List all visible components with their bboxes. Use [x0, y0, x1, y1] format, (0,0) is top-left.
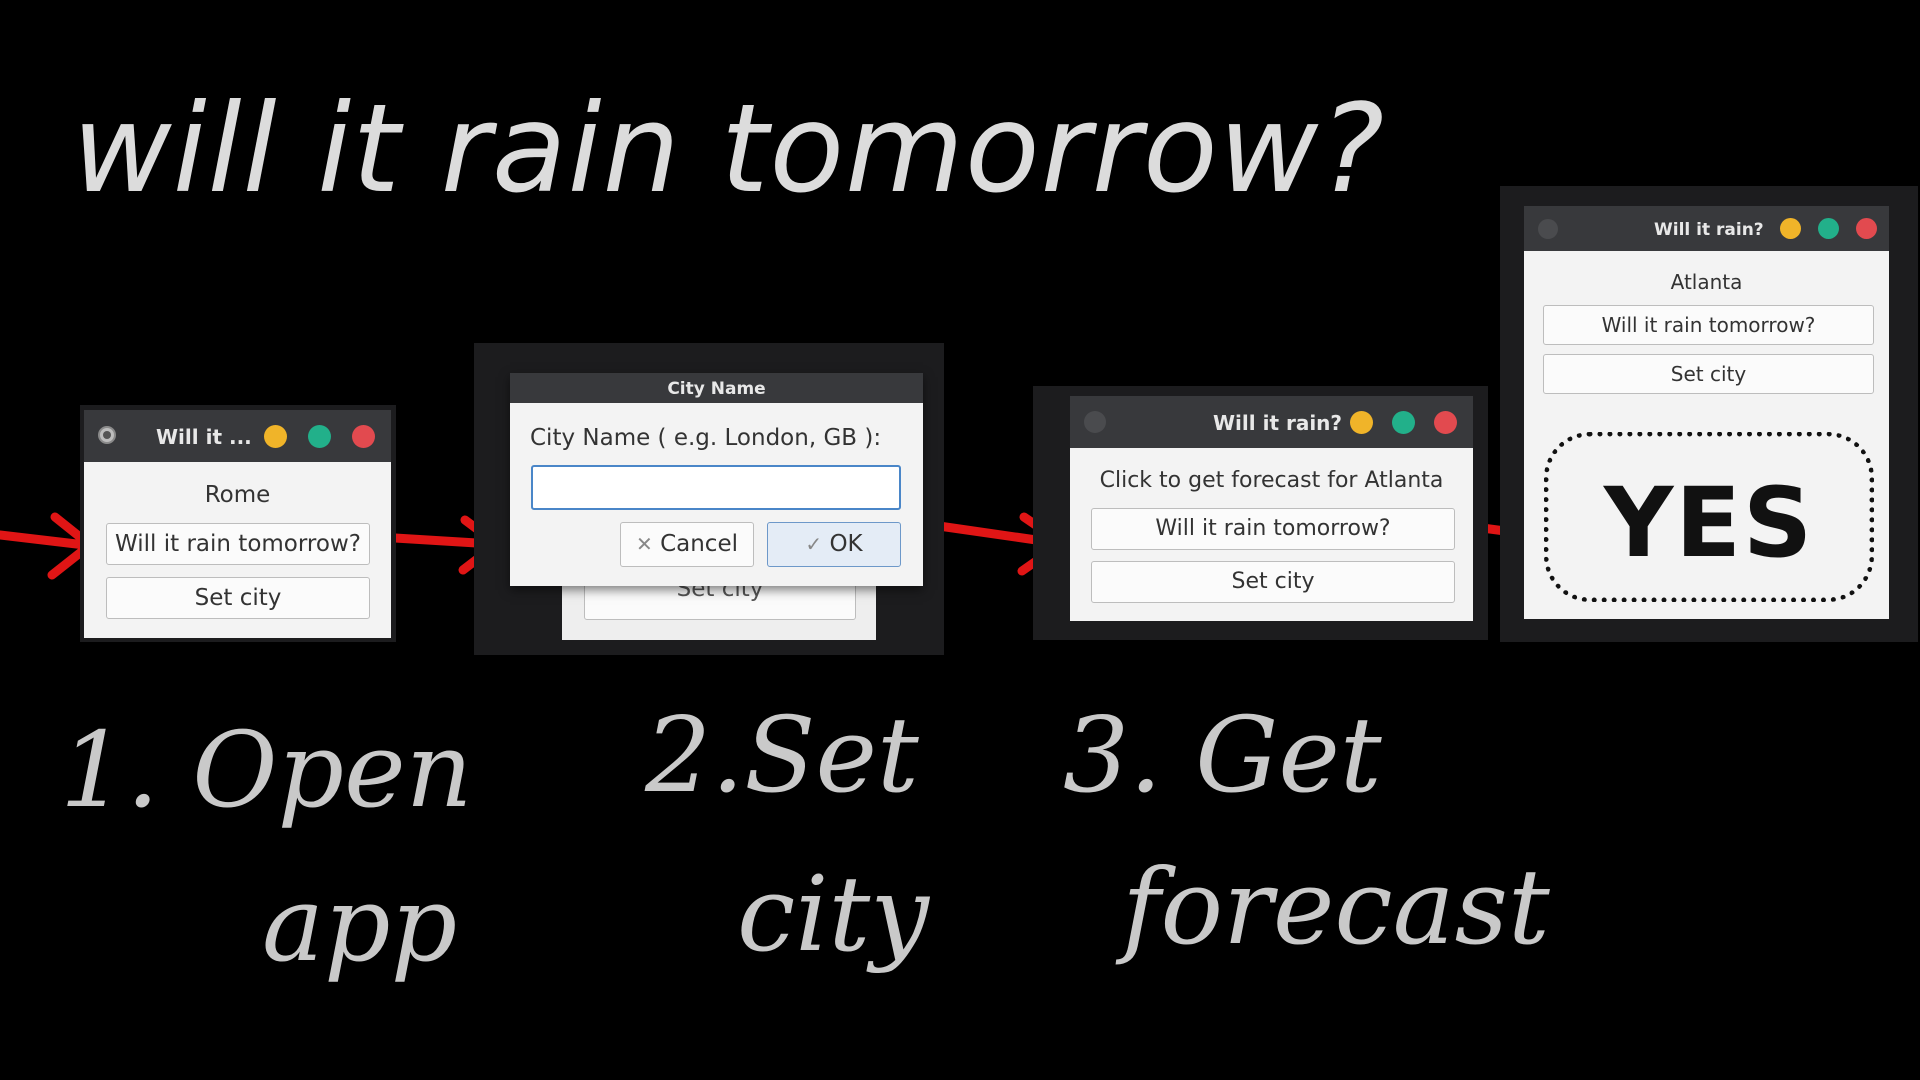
maximize-button[interactable] — [1818, 218, 1839, 239]
dialog-title: City Name — [667, 379, 766, 399]
city-name-dialog: City Name City Name ( e.g. London, GB ):… — [510, 373, 923, 586]
forecast-answer: YES — [1603, 467, 1815, 579]
headline: will it rain tomorrow? — [72, 78, 1386, 220]
ok-button[interactable]: ✓ OK — [767, 522, 901, 567]
titlebar: Will it ... — [84, 410, 391, 462]
step-2-line-1: 2.Set — [645, 694, 919, 816]
step-3-line-2: forecast — [1122, 846, 1550, 968]
app-window-rome: Will it ... Rome Will it rain tomorrow? … — [84, 410, 391, 638]
close-button[interactable] — [1856, 218, 1877, 239]
close-button[interactable] — [352, 425, 375, 448]
x-icon: ✕ — [636, 532, 653, 556]
maximize-button[interactable] — [1392, 411, 1415, 434]
step-2-line-2: city — [737, 853, 930, 975]
rain-button[interactable]: Will it rain tomorrow? — [106, 523, 370, 565]
circle-menu-icon[interactable] — [98, 426, 116, 444]
window-title: Will it ... — [156, 425, 252, 449]
titlebar: Will it rain? — [1524, 206, 1889, 251]
step-3-line-1: 3. Get — [1063, 694, 1382, 816]
city-label: Atlanta — [1670, 270, 1743, 294]
set-city-button[interactable]: Set city — [1543, 354, 1874, 394]
cancel-label: Cancel — [660, 531, 738, 557]
minimize-button[interactable] — [1350, 411, 1373, 434]
set-city-button[interactable]: Set city — [106, 577, 370, 619]
set-city-button[interactable]: Set city — [1091, 561, 1455, 603]
ok-label: OK — [829, 531, 863, 557]
step-1-line-1: 1. Open — [60, 709, 473, 831]
app-window-atlanta: Will it rain? Click to get forecast for … — [1070, 396, 1473, 621]
status-label: Click to get forecast for Atlanta — [1099, 468, 1444, 493]
cancel-button[interactable]: ✕ Cancel — [620, 522, 754, 567]
check-icon: ✓ — [805, 532, 823, 556]
minimize-button[interactable] — [1780, 218, 1801, 239]
city-prompt: City Name ( e.g. London, GB ): — [530, 425, 882, 451]
titlebar: Will it rain? — [1070, 396, 1473, 448]
window-title: Will it rain? — [1654, 220, 1764, 240]
city-input[interactable] — [531, 465, 901, 510]
minimize-button[interactable] — [264, 425, 287, 448]
city-label: Rome — [204, 482, 271, 508]
rain-button[interactable]: Will it rain tomorrow? — [1543, 305, 1874, 345]
close-button[interactable] — [1434, 411, 1457, 434]
maximize-button[interactable] — [308, 425, 331, 448]
rain-button[interactable]: Will it rain tomorrow? — [1091, 508, 1455, 550]
forecast-answer-box: YES — [1544, 432, 1874, 602]
titlebar: City Name — [510, 373, 923, 403]
circle-menu-icon[interactable] — [1084, 411, 1106, 433]
step-1-line-2: app — [262, 863, 458, 985]
circle-menu-icon[interactable] — [1538, 219, 1558, 239]
window-title: Will it rain? — [1213, 411, 1343, 435]
app-window-result: Will it rain? Atlanta Will it rain tomor… — [1524, 206, 1889, 619]
